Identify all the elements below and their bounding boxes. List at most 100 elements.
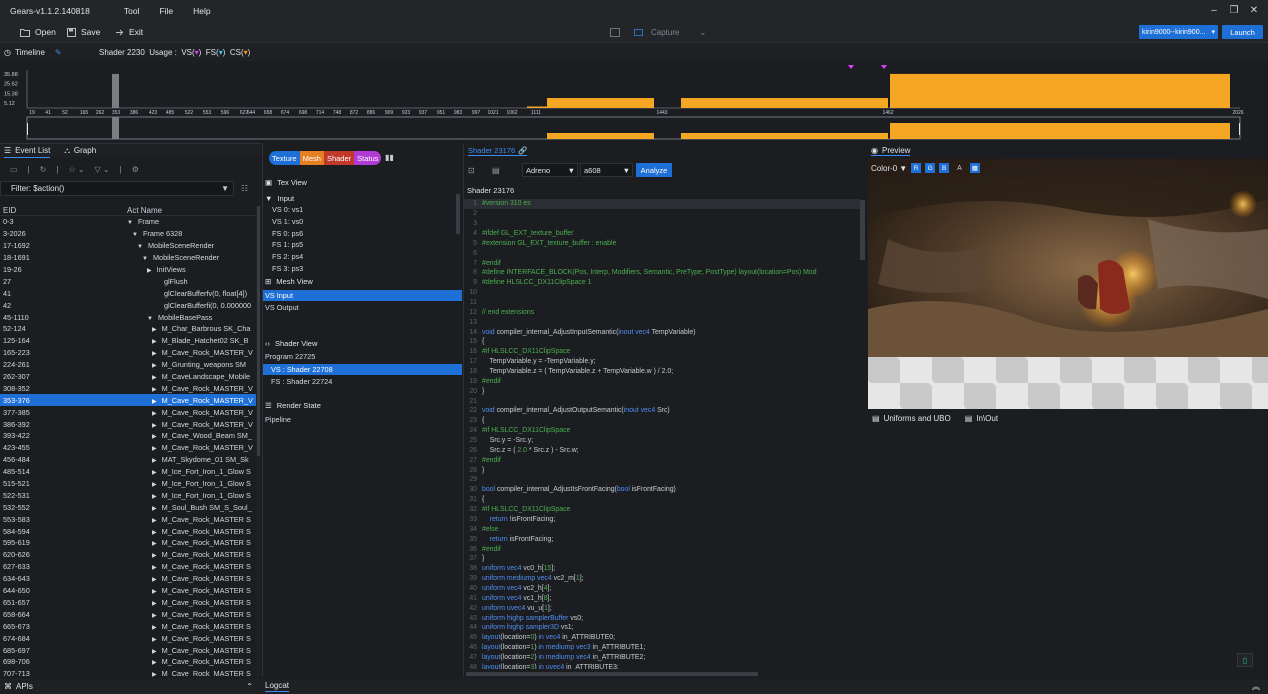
expand-right-icon[interactable]: ▶ [152, 411, 157, 417]
menu-help[interactable]: Help [193, 6, 210, 16]
expand-right-icon[interactable]: ▶ [152, 553, 157, 559]
chevron-up-icon[interactable]: ⌃ [246, 682, 253, 691]
table-row[interactable]: 3-2026 ▼ Frame 6328 [0, 228, 256, 240]
table-row[interactable]: 627-633 ▶ M_Cave_Rock_MASTER S [0, 561, 256, 573]
expand-right-icon[interactable]: ▶ [152, 577, 157, 583]
expand-down-icon[interactable]: ▼ [132, 232, 138, 238]
table-row[interactable]: 532-552 ▶ M_Soul_Bush SM_S_Soul_ [0, 501, 256, 513]
vs-input-item[interactable]: VS Input [263, 290, 462, 301]
input-item[interactable]: FS 2: ps4 [272, 251, 303, 262]
table-row[interactable]: 18-1691 ▼ MobileSceneRender [0, 252, 256, 264]
expand-right-icon[interactable]: ▶ [152, 601, 157, 607]
double-chevron-up-icon[interactable]: ︽ [1252, 681, 1260, 692]
settings-icon[interactable]: ⚙ [132, 165, 139, 174]
pill-texture[interactable]: Texture [269, 151, 300, 165]
table-row[interactable]: 386-392 ▶ M_Cave_Rock_MASTER_V [0, 418, 256, 430]
expand-right-icon[interactable]: ▶ [152, 351, 157, 357]
table-row[interactable]: 685-697 ▶ M_Cave_Rock_MASTER S [0, 644, 256, 656]
expand-right-icon[interactable]: ▶ [152, 482, 157, 488]
mesh-view-header[interactable]: ⊞ Mesh View [265, 275, 313, 287]
table-row[interactable]: 595-619 ▶ M_Cave_Rock_MASTER S [0, 537, 256, 549]
close-window-button[interactable]: ✕ [1244, 0, 1264, 21]
channel-b-button[interactable]: B [939, 163, 950, 173]
table-row[interactable]: 308-352 ▶ M_Cave_Rock_MASTER_V [0, 382, 256, 394]
minimize-button[interactable]: – [1204, 0, 1224, 21]
channel-g-button[interactable]: G [925, 163, 936, 173]
vs-shader-item[interactable]: VS : Shader 22708 [263, 364, 462, 375]
timeline-tab[interactable]: ◷ Timeline ✎ [4, 48, 62, 57]
expand-right-icon[interactable]: ▶ [152, 649, 157, 655]
gpu-select[interactable]: Adreno ▼ [522, 163, 578, 177]
menu-file[interactable]: File [159, 6, 173, 16]
input-tree-node[interactable]: ▼ Input [265, 192, 294, 204]
code-scrollbar[interactable] [860, 200, 865, 260]
table-row[interactable]: 125-164 ▶ M_Blade_Hatchet02 SK_B [0, 335, 256, 347]
scrollbar-thumb[interactable] [257, 206, 260, 456]
tab-graph[interactable]: ⛬ Graph [64, 144, 96, 158]
refresh-icon[interactable]: ↻ [40, 165, 47, 174]
channel-r-button[interactable]: R [911, 163, 922, 173]
expand-right-icon[interactable]: ▶ [152, 458, 157, 464]
expand-right-icon[interactable]: ▶ [152, 446, 157, 452]
code-horizontal-scrollbar[interactable] [466, 672, 758, 676]
column-act-name[interactable]: Act Name [127, 206, 162, 215]
table-row[interactable]: 377-385 ▶ M_Cave_Rock_MASTER_V [0, 406, 256, 418]
table-row[interactable]: 19-26 ▶ InitViews [0, 264, 256, 276]
tab-uniforms[interactable]: ▤ Uniforms and UBO [872, 414, 951, 423]
tex-scrollbar[interactable] [456, 194, 460, 234]
table-row[interactable]: 0-3 ▼ Frame [0, 216, 256, 228]
expand-right-icon[interactable]: ▶ [152, 399, 157, 405]
expand-right-icon[interactable]: ▶ [152, 625, 157, 631]
filter-icon[interactable]: ▽ ⌄ [95, 165, 110, 174]
table-row[interactable]: 353-376 ▶ M_Cave_Rock_MASTER_V [0, 394, 256, 407]
expand-right-icon[interactable]: ▶ [152, 434, 157, 440]
save-icon[interactable]: ▭ [10, 165, 18, 174]
event-list-scrollbar[interactable] [256, 206, 261, 676]
expand-right-icon[interactable]: ▶ [152, 660, 157, 666]
table-row[interactable]: 27 glFlush [0, 275, 256, 287]
channel-a-button[interactable]: A [957, 165, 962, 172]
expand-down-icon[interactable]: ▼ [127, 220, 133, 226]
expand-right-icon[interactable]: ▶ [152, 506, 157, 512]
expand-down-icon[interactable]: ▼ [142, 256, 148, 262]
pipeline-item[interactable]: Pipeline [263, 414, 462, 425]
vs-output-item[interactable]: VS Output [263, 302, 462, 313]
table-row[interactable]: 456-484 ▶ MAT_Skydome_01 SM_Sk [0, 454, 256, 466]
timeline-chart[interactable]: 35.88 25.62 15.38 5.12 19 41 52 165 262 353 386 42… [0, 61, 1268, 141]
logcat-bar[interactable]: Logcat ︽ [262, 679, 1268, 694]
table-row[interactable]: 45-1110 ▼ MobileBasePass [0, 311, 256, 323]
expand-right-icon[interactable]: ▶ [152, 423, 157, 429]
tab-event-list[interactable]: ☰ Event List [4, 144, 51, 158]
edit-icon[interactable]: ✎ [55, 48, 62, 57]
table-row[interactable]: 522-531 ▶ M_Ice_Fort_Iron_1_Glow S [0, 489, 256, 501]
render-state-header[interactable]: ☰ Render State [265, 399, 321, 411]
menu-tool[interactable]: Tool [124, 6, 140, 16]
chart-icon[interactable]: ▮▮ [385, 153, 394, 162]
table-row[interactable]: 620-626 ▶ M_Cave_Rock_MASTER S [0, 549, 256, 561]
exit-button[interactable]: Exit [115, 21, 143, 43]
expand-right-icon[interactable]: ▶ [152, 565, 157, 571]
pill-mesh[interactable]: Mesh [299, 151, 324, 165]
pill-status[interactable]: Status [354, 151, 382, 165]
capture-control[interactable]: Capture ⌄ [610, 21, 706, 43]
expand-right-icon[interactable]: ▶ [152, 375, 157, 381]
device-select[interactable]: kirin9000--kirin900... ▾ [1139, 25, 1218, 39]
table-row[interactable]: 674-684 ▶ M_Cave_Rock_MASTER S [0, 632, 256, 644]
expand-down-icon[interactable]: ▼ [147, 316, 153, 322]
input-item[interactable]: FS 0: ps6 [272, 228, 303, 239]
filter-settings-icon[interactable]: ☷ [241, 184, 248, 193]
chevron-down-icon[interactable]: ▼ [221, 184, 229, 193]
expand-right-icon[interactable]: ▶ [152, 613, 157, 619]
filter-input[interactable]: Filter: $action() ▼ [0, 181, 234, 196]
launch-button[interactable]: Launch [1222, 25, 1263, 39]
device-status-icon[interactable]: ▯ [1237, 653, 1253, 667]
table-row[interactable]: 41 glClearBufferfv(0, float[4]) [0, 287, 256, 299]
expand-right-icon[interactable]: ▶ [152, 541, 157, 547]
table-row[interactable]: 707-713 ▶ M_Cave_Rock_MASTER S [0, 668, 256, 677]
tab-preview[interactable]: ◉ Preview [871, 145, 911, 156]
shader-source[interactable]: 1 #version 310 es 2 3 4 #ifdef GL_EXT_texture… [464, 199, 860, 669]
input-item[interactable]: FS 3: ps3 [272, 263, 303, 274]
input-item[interactable]: FS 1: ps5 [272, 239, 303, 250]
shader-view-header[interactable]: ‹› Shader View [265, 337, 317, 349]
table-row[interactable]: 651-657 ▶ M_Cave_Rock_MASTER S [0, 597, 256, 609]
